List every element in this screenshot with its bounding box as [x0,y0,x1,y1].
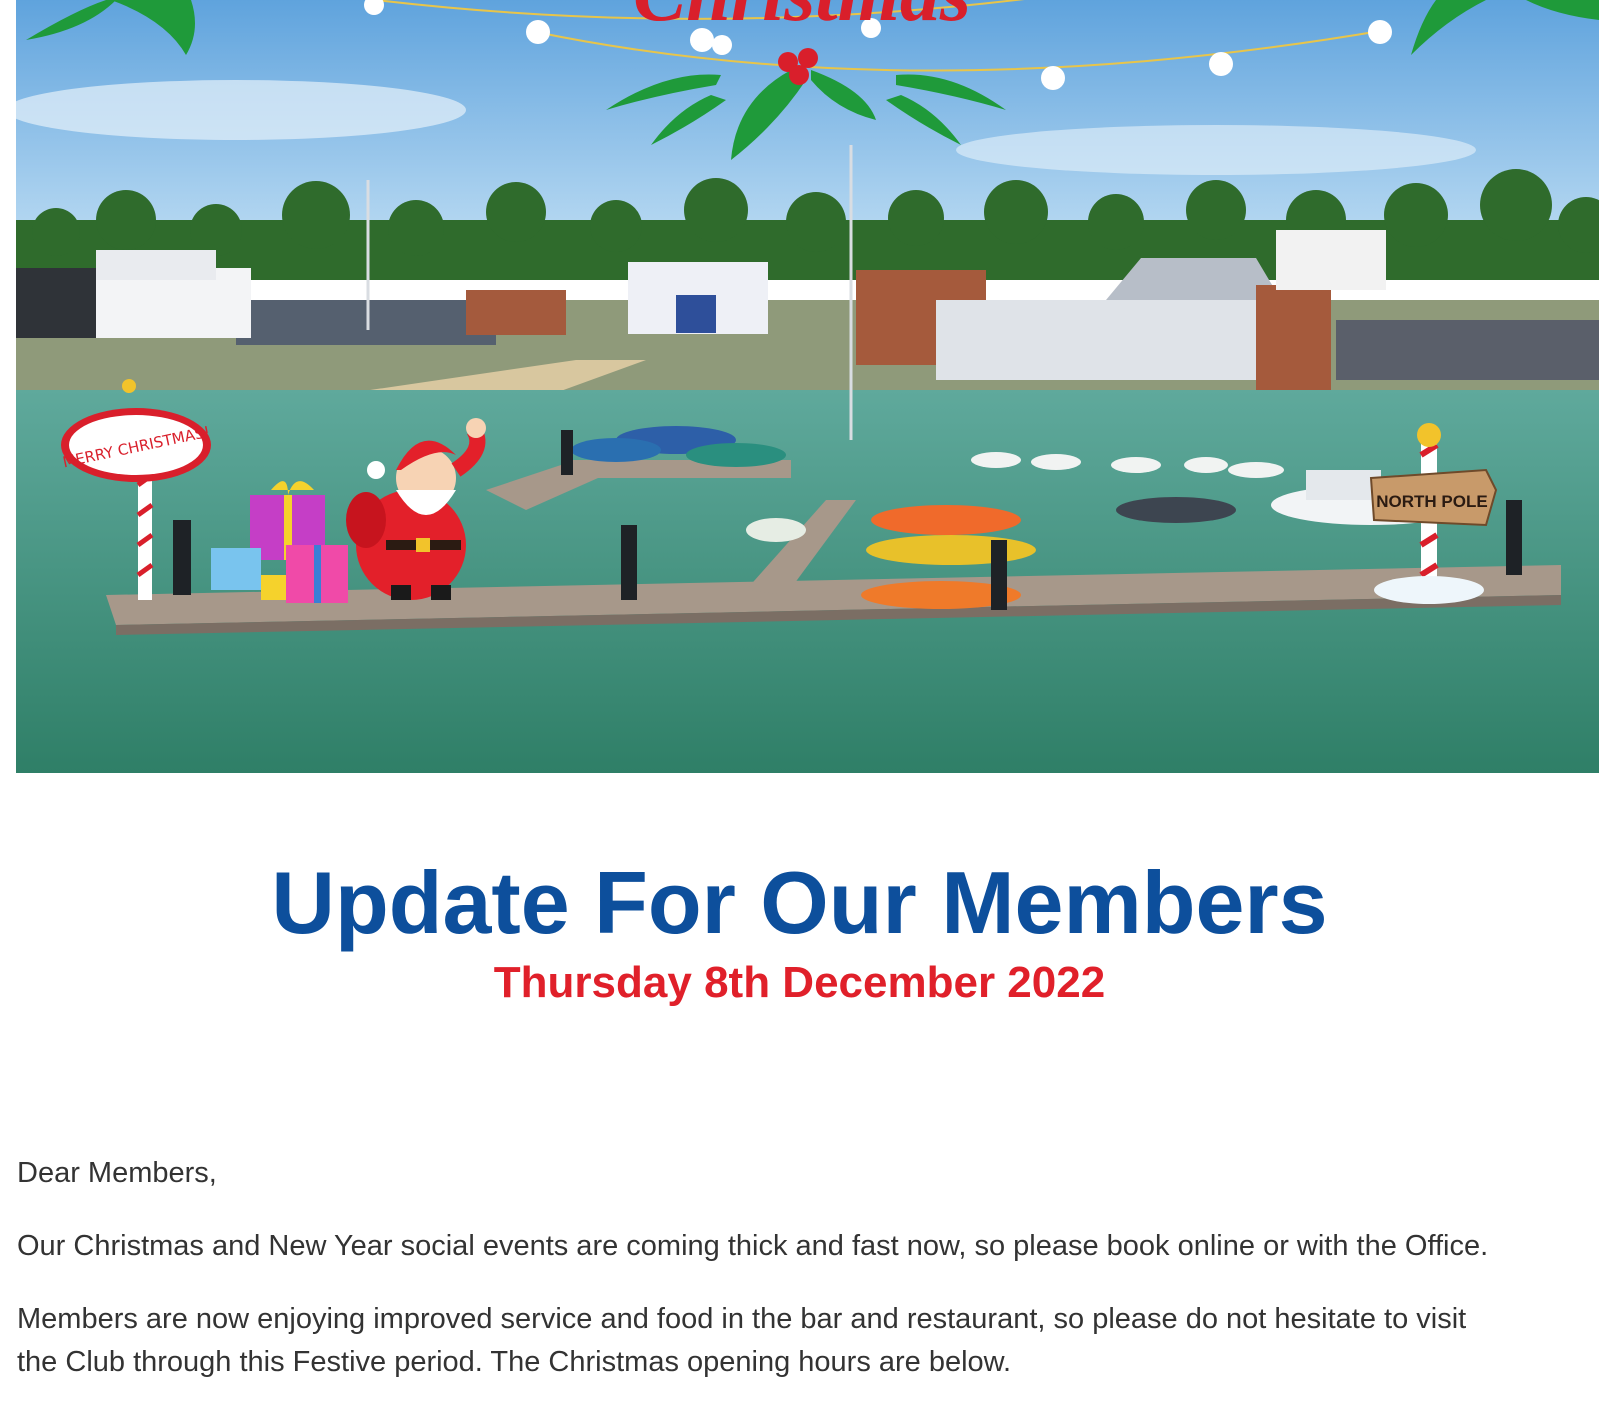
christmas-script-heading: Christmas [633,0,971,38]
paragraph-line: the Club through this Festive period. Th… [17,1346,1012,1378]
paragraph-bar-restaurant: Members are now enjoying improved servic… [17,1298,1599,1384]
paragraph-social-events: Our Christmas and New Year social events… [17,1230,1489,1262]
page-title: Update For Our Members [271,853,1328,952]
paragraph-line: Members are now enjoying improved servic… [17,1303,1467,1335]
greeting: Dear Members, [17,1157,217,1189]
email-page: Christmas MERRY CHRISTMAS! [0,0,1599,1420]
christmas-banner-image: Christmas MERRY CHRISTMAS! [16,0,1599,773]
newsletter-header: Update For Our Members Thursday 8th Dece… [0,855,1599,1009]
letter-body: Dear Members, Our Christmas and New Year… [17,1152,1599,1384]
svg-text:NORTH POLE: NORTH POLE [1376,492,1487,511]
newsletter-date: Thursday 8th December 2022 [493,958,1106,1007]
